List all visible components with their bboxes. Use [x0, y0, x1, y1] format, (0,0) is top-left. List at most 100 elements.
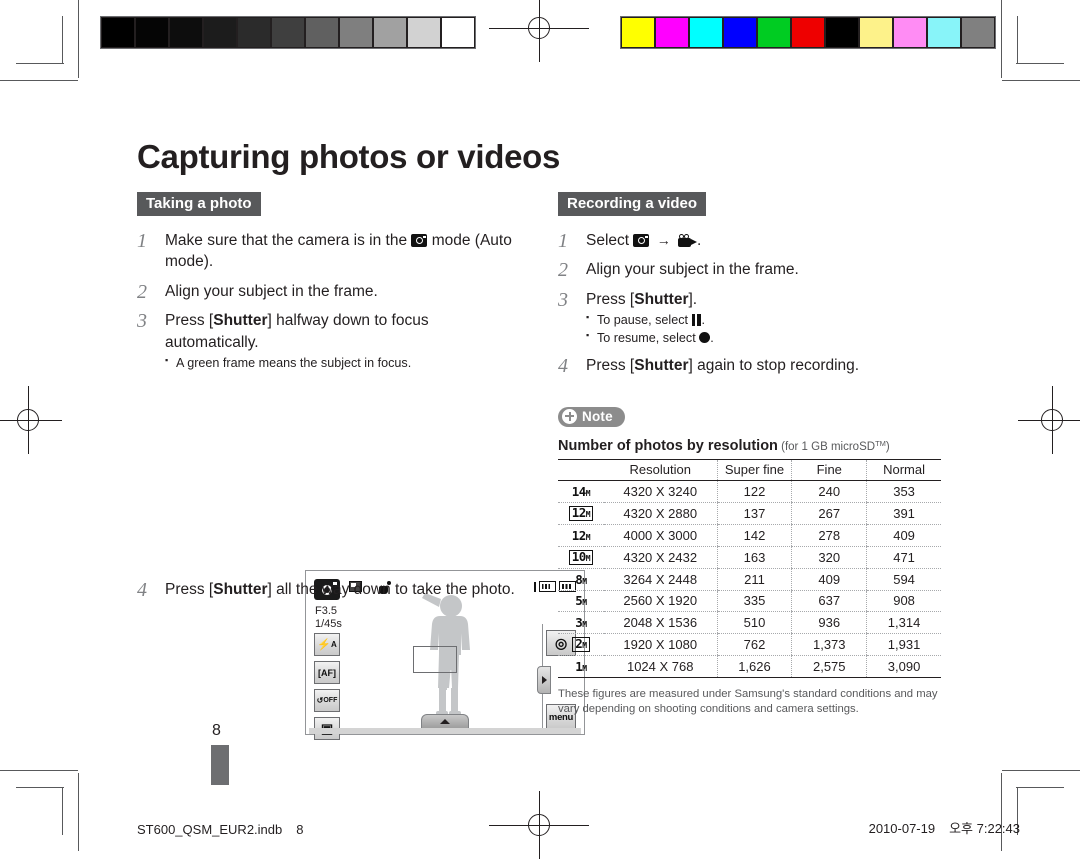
step-text: Press [: [586, 290, 635, 308]
registration-mark-right: [1018, 386, 1080, 454]
color-swatch-0: [621, 17, 655, 48]
table-title-main: Number of photos by resolution: [558, 437, 778, 454]
step-number: 3: [137, 310, 147, 333]
color-swatch-10: [961, 17, 995, 48]
timer-off-button[interactable]: ↺ OFF: [314, 689, 340, 712]
step-number: 3: [558, 288, 568, 311]
step-text: Press [: [165, 581, 214, 598]
gray-swatch-10: [441, 17, 475, 48]
step-emphasis: Shutter: [213, 581, 268, 598]
normal-value: 594: [866, 568, 941, 591]
step-sub-list: To pause, select . To resume, select .: [586, 311, 943, 348]
sub-item: To pause, select .: [586, 311, 943, 330]
shutter-speed-value: 1/45s: [315, 617, 342, 630]
fine-value: 240: [791, 480, 867, 503]
pause-icon: [691, 314, 702, 327]
step-item: 4 Press [Shutter] all the way down to ta…: [137, 579, 517, 601]
left-column: Taking a photo 1 Make sure that the came…: [137, 192, 585, 740]
crop-mark-tr-v: [1001, 0, 1002, 78]
manual-page: Capturing photos or videos Taking a phot…: [0, 0, 1080, 859]
crop-mark-bl-v: [78, 773, 79, 851]
table-row: 2M 1920 X 1080 762 1,373 1,931: [558, 633, 941, 657]
autofocus-button[interactable]: [AF]: [314, 661, 340, 684]
resolution-value: 2048 X 1536: [603, 611, 718, 634]
sub-item: To resume, select .: [586, 329, 943, 348]
normal-value: 471: [866, 546, 941, 570]
section-header-taking-a-photo: Taking a photo: [137, 192, 261, 216]
registration-mark-bottom: [489, 791, 589, 859]
panel-expand-tab[interactable]: [537, 666, 551, 694]
crop-mark-tr-v2: [1017, 16, 1018, 64]
step-item: 2 Align your subject in the frame.: [137, 281, 517, 303]
color-swatch-7: [859, 17, 893, 48]
record-icon: [699, 331, 711, 343]
gray-swatch-2: [169, 17, 203, 48]
camera-icon: [411, 234, 428, 247]
table-body: 14M 4320 X 3240 122 240 353 12M 4320 X 2880 137…: [558, 480, 941, 678]
super-fine-value: 1,626: [716, 655, 792, 678]
step-item: 1 Select → .: [558, 230, 943, 252]
sub-text: To resume, select: [597, 330, 696, 345]
fine-value: 278: [791, 524, 867, 547]
step-text-cont: ] all the way down to take the photo.: [267, 581, 515, 598]
color-swatch-1: [655, 17, 689, 48]
normal-value: 1,931: [866, 633, 941, 657]
normal-value: 1,314: [866, 611, 941, 634]
normal-value: 391: [866, 502, 941, 526]
step-emphasis: Shutter: [634, 290, 689, 308]
table-header-icon-col: [558, 458, 604, 482]
footer-file-name: ST600_QSM_EUR2.indb: [137, 822, 283, 837]
color-swatch-6: [825, 17, 859, 48]
table-header-resolution: Resolution: [603, 458, 718, 482]
color-swatch-8: [893, 17, 927, 48]
super-fine-value: 211: [716, 568, 792, 591]
flash-auto-label: ⚡ A: [317, 639, 337, 651]
bottom-expand-tab[interactable]: [421, 714, 469, 728]
step-text: Press [: [586, 357, 635, 375]
normal-value: 409: [866, 524, 941, 547]
table-footnote: These figures are measured under Samsung…: [558, 687, 938, 716]
gray-swatch-0: [101, 17, 135, 48]
table-header-normal: Normal: [866, 458, 941, 482]
fine-value: 936: [791, 611, 867, 634]
step-item: 3 Press [Shutter] halfway down to focus …: [137, 310, 517, 372]
card-indicator-icon: [539, 581, 556, 592]
crop-mark-tr-h2: [1016, 63, 1064, 64]
focus-frame: [413, 646, 457, 673]
footer-right: 2010-07-19 오후 7:22:43: [869, 818, 1020, 837]
color-swatch-5: [791, 17, 825, 48]
super-fine-value: 142: [716, 524, 792, 547]
step-number: 2: [558, 259, 568, 282]
fine-value: 409: [791, 568, 867, 591]
video-camera-icon: [678, 234, 698, 247]
flash-auto-button[interactable]: ⚡ A: [314, 633, 340, 656]
gray-swatch-8: [373, 17, 407, 48]
fine-value: 2,575: [791, 655, 867, 678]
gray-swatch-3: [203, 17, 237, 48]
resolution-value: 1024 X 768: [603, 655, 718, 678]
gray-swatch-7: [339, 17, 373, 48]
crop-mark-tr-h: [1002, 80, 1080, 81]
step-item: 4 Press [Shutter] again to stop recordin…: [558, 355, 943, 377]
right-column: Recording a video 1 Select → . 2 Align y…: [558, 192, 943, 718]
color-swatch-9: [927, 17, 961, 48]
step-number: 4: [558, 355, 568, 378]
sub-item: A green frame means the subject in focus…: [165, 354, 517, 373]
step-text-cont: .: [697, 232, 702, 249]
gray-swatch-1: [135, 17, 169, 48]
footer-left: ST600_QSM_EUR2.indb 8: [137, 822, 303, 837]
resolution-value: 3264 X 2448: [603, 568, 718, 591]
table-row: 10M 4320 X 2432 163 320 471: [558, 546, 941, 570]
resolution-size-icon: 1M: [558, 655, 604, 678]
gray-swatch-4: [237, 17, 271, 48]
super-fine-value: 137: [716, 502, 792, 526]
exposure-readout: F3.5 1/45s: [315, 605, 342, 631]
super-fine-value: 510: [716, 611, 792, 634]
resolution-value: 4000 X 3000: [603, 524, 718, 547]
fine-value: 267: [791, 502, 867, 526]
left-button-column: ⚡A [AF] ↺OFF ▣: [314, 633, 340, 740]
plus-icon: [562, 408, 577, 424]
table-row: 1M 1024 X 768 1,626 2,575 3,090: [558, 655, 941, 678]
resolution-value: 4320 X 2880: [603, 502, 718, 526]
step-number: 1: [137, 230, 147, 252]
